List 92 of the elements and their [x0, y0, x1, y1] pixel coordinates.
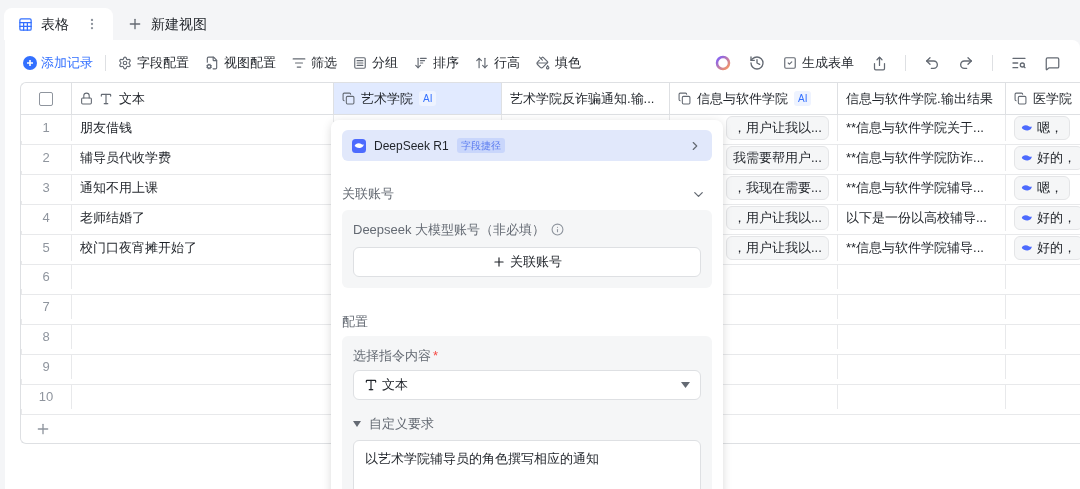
search-icon[interactable]: [1011, 55, 1027, 71]
row-number: 5: [41, 239, 51, 258]
row-number: 8: [41, 328, 51, 347]
table-cell-text: **信息与软件学院辅导...: [846, 179, 984, 198]
result-chip[interactable]: ，用户让我以...: [726, 236, 829, 260]
view-tab[interactable]: 表格: [4, 8, 113, 40]
model-selector[interactable]: DeepSeek R1 字段捷径: [342, 130, 712, 161]
ai-badge: AI: [794, 91, 812, 106]
toolbar-button[interactable]: 填色: [536, 53, 581, 73]
plus-icon: [127, 16, 143, 32]
redo-icon[interactable]: [958, 55, 974, 71]
toolbar-button[interactable]: 排序: [414, 53, 459, 73]
table-cell-text: 通知不用上课: [80, 179, 158, 198]
document-gear-icon: [205, 56, 219, 70]
table-cell-text: **信息与软件学院关于...: [846, 119, 984, 138]
plus-icon: [492, 254, 506, 269]
toolbar-button[interactable]: 筛选: [292, 53, 337, 73]
row-number: 1: [41, 119, 51, 138]
checkbox-icon: [783, 56, 797, 70]
column-title: 艺术学院反诈骗通知.输...: [510, 89, 655, 108]
toolbar-button[interactable]: 分组: [353, 53, 398, 73]
section-title: 关联账号: [342, 185, 394, 204]
result-chip[interactable]: ，用户让我以...: [726, 206, 829, 230]
result-chip[interactable]: ，用户让我以...: [726, 116, 829, 140]
instruction-select[interactable]: 文本: [353, 370, 701, 400]
required-mark: *: [433, 346, 439, 365]
column-title: 信息与软件学院: [697, 89, 788, 108]
info-icon[interactable]: [551, 223, 565, 237]
toolbar-button[interactable]: 视图配置: [205, 53, 276, 73]
ring-icon[interactable]: [715, 55, 731, 71]
table-cell-text: 朋友借钱: [80, 119, 132, 138]
generate-form-button[interactable]: 生成表单: [783, 53, 854, 73]
result-chip[interactable]: 嗯，: [1014, 116, 1070, 140]
list-icon: [353, 56, 367, 70]
result-chip[interactable]: 好的，: [1014, 206, 1080, 230]
history-icon[interactable]: [749, 55, 765, 71]
result-chip[interactable]: 我需要帮用户...: [726, 146, 829, 170]
ai-badge: AI: [419, 91, 437, 106]
view-tab[interactable]: 新建视图: [113, 8, 221, 40]
column-header[interactable]: 艺术学院 AI: [333, 83, 501, 114]
row-number: 10: [37, 388, 55, 407]
link-squares-icon: [342, 92, 355, 105]
result-chip[interactable]: 好的，: [1014, 236, 1080, 260]
plus-circle-icon: [23, 56, 37, 70]
checkbox[interactable]: [39, 91, 53, 106]
table-cell-text: 以下是一份以高校辅导...: [846, 209, 987, 228]
column-title: 艺术学院: [361, 89, 413, 108]
link-squares-icon: [678, 92, 691, 105]
filter-icon: [292, 56, 306, 70]
caret-icon[interactable]: [353, 420, 361, 427]
section-title: 配置: [342, 312, 369, 330]
undo-icon[interactable]: [924, 55, 940, 71]
whale-icon: [352, 138, 366, 153]
row-number: 6: [41, 268, 51, 287]
add-record-button[interactable]: 添加记录: [23, 53, 93, 73]
result-chip[interactable]: 嗯，: [1014, 176, 1070, 200]
field-label: Deepseek 大模型账号（非必填）: [353, 221, 546, 239]
column-title: 信息与软件学院.输出结果: [846, 89, 993, 108]
column-title: 医学院: [1033, 89, 1072, 108]
comment-icon[interactable]: [1045, 55, 1060, 71]
result-chip[interactable]: ，我现在需要...: [726, 176, 829, 200]
requirement-textarea[interactable]: 以艺术学院辅导员的角色撰写相应的通知: [353, 439, 701, 489]
text-type-icon: [99, 91, 113, 106]
table-icon: [18, 16, 33, 32]
row-number: 2: [41, 149, 51, 168]
toolbar-button[interactable]: 字段配置: [118, 53, 189, 73]
field-label: 自定义要求: [369, 415, 434, 433]
column-title: 文本: [119, 89, 145, 108]
lock-icon: [80, 92, 93, 105]
result-chip[interactable]: 好的，: [1014, 146, 1080, 170]
row-number: 7: [41, 298, 51, 317]
share-icon[interactable]: [872, 55, 887, 71]
link-squares-icon: [1014, 92, 1027, 105]
sort-icon: [414, 56, 428, 70]
paint-bucket-icon: [536, 56, 550, 70]
caret-down-icon: [681, 382, 690, 388]
row-number: 9: [41, 358, 51, 377]
text-type-icon: [364, 378, 378, 392]
table-cell-text: **信息与软件学院防诈...: [846, 149, 984, 168]
shortcut-tag: 字段捷径: [456, 138, 505, 153]
model-name: DeepSeek R1: [374, 137, 449, 155]
toolbar-button[interactable]: 行高: [475, 53, 520, 73]
row-number: 4: [41, 209, 51, 228]
field-label: 选择指令内容: [353, 346, 431, 365]
table-cell-text: 校门口夜宵摊开始了: [80, 239, 197, 258]
table-cell-text: 老师结婚了: [80, 209, 145, 228]
table-cell-text: 辅导员代收学费: [80, 149, 171, 168]
link-account-button[interactable]: 关联账号: [353, 246, 701, 277]
table-cell-text: **信息与软件学院辅导...: [846, 239, 984, 258]
row-number: 3: [41, 179, 51, 198]
gear-icon: [118, 56, 132, 70]
up-down-arrows-icon: [475, 56, 489, 70]
